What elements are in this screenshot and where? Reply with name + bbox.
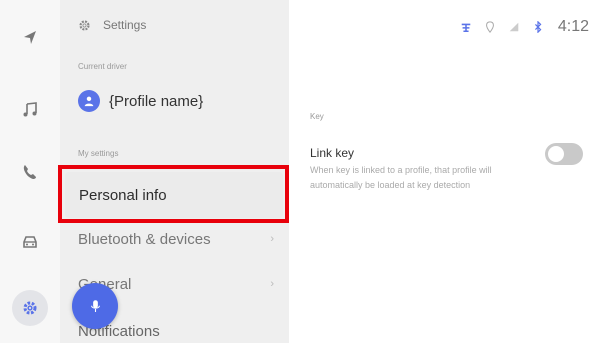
main-content: 4:12 Key Link key When key is linked to …	[289, 0, 597, 343]
menu-item-label: Bluetooth & devices	[78, 230, 211, 248]
location-icon	[485, 21, 494, 33]
link-key-title: Link key	[310, 146, 355, 160]
menu-item-bluetooth-devices[interactable]: Bluetooth & devices ›	[78, 218, 278, 260]
microphone-icon	[90, 299, 100, 312]
user-icon	[84, 96, 94, 107]
link-key-toggle[interactable]	[545, 143, 583, 165]
chevron-right-icon: ›	[270, 278, 274, 290]
phone-icon	[23, 165, 36, 179]
menu-item-personal-info[interactable]: Personal info	[65, 172, 283, 218]
voice-assistant-button[interactable]	[72, 283, 118, 329]
my-settings-label: My settings	[78, 149, 119, 158]
profile-name: {Profile name}	[109, 92, 204, 110]
bluetooth-icon	[534, 21, 542, 33]
link-key-description: When key is linked to a profile, that pr…	[310, 165, 492, 190]
page-title: Settings	[103, 18, 147, 32]
settings-header: Settings	[78, 18, 146, 32]
side-rail	[0, 0, 60, 343]
music-note-icon	[23, 102, 37, 117]
gear-icon	[23, 301, 37, 315]
gear-icon	[79, 19, 90, 31]
signal-icon	[509, 22, 519, 32]
phone-button[interactable]	[0, 150, 60, 194]
settings-button[interactable]	[0, 286, 60, 330]
clock: 4:12	[557, 18, 589, 35]
menu-item-label: Personal info	[79, 186, 167, 204]
settings-button-active-background	[12, 290, 48, 326]
profile-selector[interactable]: {Profile name}	[78, 90, 203, 112]
navigation-button[interactable]	[0, 16, 60, 60]
chevron-right-icon: ›	[270, 233, 274, 245]
vehicle-button[interactable]	[0, 220, 60, 264]
status-bar: 4:12	[460, 18, 589, 36]
music-button[interactable]	[0, 88, 60, 132]
toggle-knob	[548, 146, 564, 162]
avatar	[78, 90, 100, 112]
connectivity-icon	[461, 23, 471, 33]
car-icon	[23, 236, 37, 248]
navigation-arrow-icon	[24, 31, 36, 44]
current-driver-label: Current driver	[78, 62, 127, 71]
key-section-label: Key	[310, 112, 324, 121]
